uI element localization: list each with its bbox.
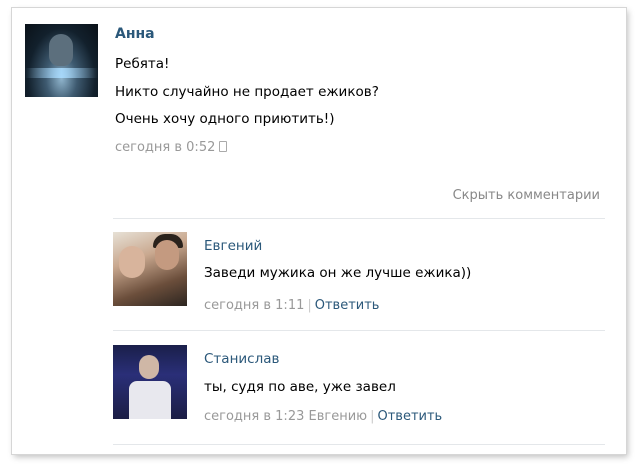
phone-icon (219, 141, 228, 152)
reply-button[interactable]: Ответить (378, 409, 443, 424)
post-text-line: Ребята! (115, 56, 170, 72)
meta-separator: | (307, 298, 312, 313)
comment-thread: Анна Ребята! Никто случайно не продает е… (12, 8, 626, 454)
reply-text: Заведи мужика он же лучше ежика)) (204, 265, 472, 281)
meta-separator: | (370, 409, 375, 424)
avatar[interactable] (113, 232, 187, 306)
post-text-line: Очень хочу одного приютить!) (115, 111, 335, 127)
reply-to-link[interactable]: Евгению (309, 409, 368, 424)
reply-button[interactable]: Ответить (315, 298, 380, 313)
divider (113, 218, 605, 219)
avatar[interactable] (25, 24, 98, 97)
hide-comments-link[interactable]: Скрыть комментарии (453, 188, 600, 203)
reply-timestamp[interactable]: сегодня в 1:11 (204, 298, 304, 313)
avatar-figure (119, 246, 145, 278)
avatar-figure (155, 240, 179, 270)
avatar-glow (25, 68, 98, 78)
reply-text: ты, судя по аве, уже завел (204, 379, 396, 395)
divider (113, 330, 605, 331)
post-meta: сегодня в 0:52 (115, 140, 228, 155)
reply-author[interactable]: Евгений (204, 238, 262, 254)
avatar-figure (129, 381, 171, 419)
avatar[interactable] (113, 345, 187, 419)
reply-author[interactable]: Станислав (204, 351, 279, 367)
post-text-line: Никто случайно не продает ежиков? (115, 84, 379, 100)
reply-meta: сегодня в 1:11 | Ответить (204, 298, 379, 313)
reply-timestamp[interactable]: сегодня в 1:23 (204, 409, 304, 424)
reply-meta: сегодня в 1:23 Евгению | Ответить (204, 409, 442, 424)
avatar-figure (49, 34, 73, 66)
post-timestamp[interactable]: сегодня в 0:52 (115, 140, 215, 155)
avatar-figure (139, 355, 159, 379)
divider (113, 444, 605, 445)
post-author[interactable]: Анна (115, 26, 155, 42)
